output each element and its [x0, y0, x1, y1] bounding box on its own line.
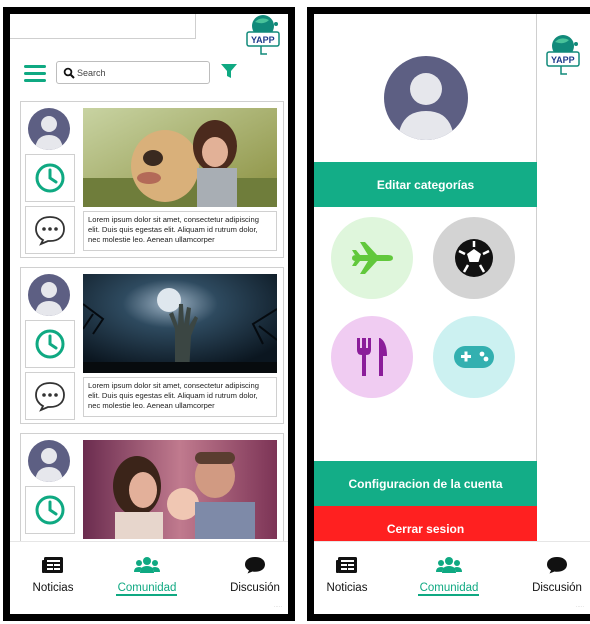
- post-card[interactable]: [20, 433, 284, 553]
- search-input[interactable]: [77, 64, 205, 81]
- svg-text:YAPP: YAPP: [251, 35, 275, 45]
- nav-item-discusion[interactable]: Discusión: [210, 556, 288, 594]
- edit-categories-label: Editar categorías: [376, 177, 475, 192]
- nav-item-comunidad[interactable]: Comunidad: [404, 556, 494, 594]
- logout-label: Cerrar sesion: [386, 521, 465, 536]
- clock-button[interactable]: [25, 486, 75, 534]
- post-photo-zombie-hand[interactable]: [83, 274, 277, 373]
- airplane-icon: [352, 242, 393, 274]
- nav-label: Noticias: [326, 582, 368, 594]
- chat-bubble-icon: [35, 216, 65, 246]
- app-screens: YAPP: [0, 0, 590, 624]
- menu-screen: Editar categorías Configuracion de la cu…: [307, 7, 590, 621]
- app-logo: YAPP: [246, 15, 280, 55]
- clock-button[interactable]: [25, 154, 75, 202]
- comments-button[interactable]: [25, 206, 75, 254]
- account-settings-button[interactable]: Configuracion de la cuenta: [314, 461, 537, 506]
- watermark-mark: ·····: [575, 604, 584, 610]
- chat-bubble-icon: [245, 557, 265, 574]
- nav-item-comunidad[interactable]: Comunidad: [102, 556, 192, 594]
- fork-knife-icon: [357, 338, 387, 376]
- profile-avatar[interactable]: [384, 56, 468, 140]
- bottom-nav: Noticias Comunidad Discusión ·····: [314, 541, 590, 614]
- soccer-ball-icon: [455, 239, 493, 277]
- post-card[interactable]: Lorem ipsum dolor sit amet, consectetur …: [20, 267, 284, 424]
- hamburger-menu-icon[interactable]: [24, 63, 46, 83]
- post-caption: Lorem ipsum dolor sit amet, consectetur …: [83, 377, 277, 417]
- post-feed: Lorem ipsum dolor sit amet, consectetur …: [20, 101, 284, 562]
- category-games[interactable]: [433, 316, 515, 398]
- gamepad-icon: [454, 346, 494, 368]
- nav-label: Discusión: [230, 582, 280, 594]
- nav-item-discusion[interactable]: Discusión: [512, 556, 590, 594]
- user-avatar[interactable]: [28, 108, 70, 150]
- search-icon: [63, 67, 75, 79]
- nav-item-noticias[interactable]: Noticias: [10, 556, 98, 594]
- group-icon: [436, 557, 462, 573]
- clock-icon: [35, 495, 65, 525]
- nav-label: Comunidad: [419, 582, 479, 594]
- clock-icon: [35, 163, 65, 193]
- category-travel[interactable]: [331, 217, 413, 299]
- active-tab-indicator: [116, 594, 177, 596]
- category-food[interactable]: [331, 316, 413, 398]
- search-box[interactable]: [56, 61, 210, 84]
- watermark-mark: ·····: [273, 604, 282, 610]
- account-settings-label: Configuracion de la cuenta: [348, 476, 503, 491]
- nav-item-noticias[interactable]: Noticias: [314, 556, 392, 594]
- clock-icon: [35, 329, 65, 359]
- category-sports[interactable]: [433, 217, 515, 299]
- post-photo-family[interactable]: [83, 440, 277, 539]
- chat-bubble-icon: [547, 557, 567, 574]
- group-icon: [134, 557, 160, 573]
- chat-bubble-icon: [35, 382, 65, 412]
- newspaper-icon: [42, 557, 63, 573]
- edit-categories-button[interactable]: Editar categorías: [314, 162, 537, 207]
- nav-label: Noticias: [32, 582, 74, 594]
- post-caption: Lorem ipsum dolor sit amet, consectetur …: [83, 211, 277, 251]
- feed-screen: YAPP: [3, 7, 295, 621]
- post-card[interactable]: Lorem ipsum dolor sit amet, consectetur …: [20, 101, 284, 258]
- top-tab: [10, 14, 196, 39]
- post-photo-dog-woman[interactable]: [83, 108, 277, 207]
- bottom-nav: Noticias Comunidad Discusión ·····: [10, 541, 288, 614]
- user-avatar[interactable]: [28, 274, 70, 316]
- clock-button[interactable]: [25, 320, 75, 368]
- svg-text:YAPP: YAPP: [551, 55, 575, 65]
- active-tab-indicator: [418, 594, 479, 596]
- newspaper-icon: [336, 557, 357, 573]
- side-drawer: Editar categorías Configuracion de la cu…: [314, 14, 537, 614]
- nav-label: Comunidad: [117, 582, 177, 594]
- filter-icon[interactable]: [220, 62, 238, 80]
- nav-label: Discusión: [532, 582, 582, 594]
- app-logo: YAPP: [546, 35, 580, 75]
- comments-button[interactable]: [25, 372, 75, 420]
- user-avatar[interactable]: [28, 440, 70, 482]
